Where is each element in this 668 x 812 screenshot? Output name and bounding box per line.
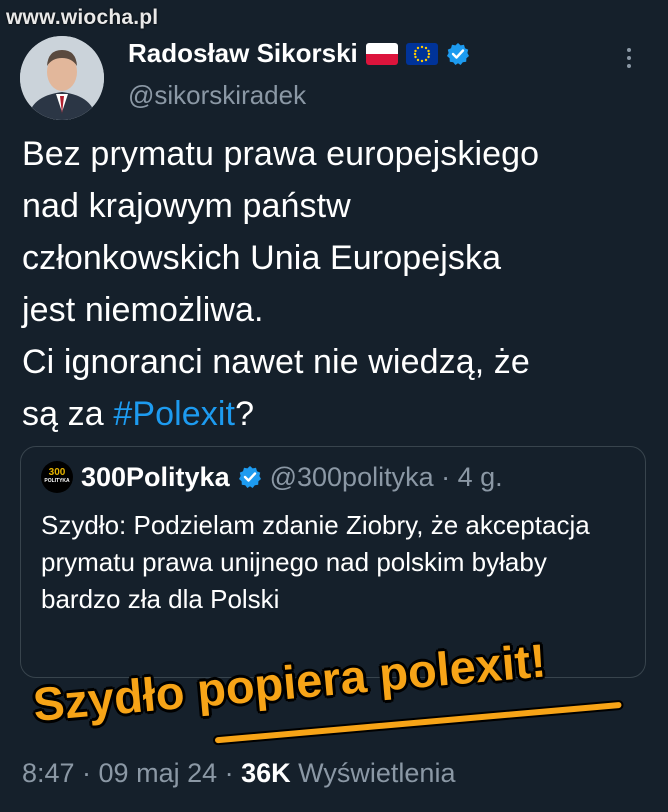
verified-badge-icon [446,42,470,66]
author-handle[interactable]: @sikorskiradek [128,80,306,111]
tweet-line: Ci ignoranci nawet nie wiedzą, że [22,343,530,381]
tweet-text: Bez prymatu prawa europejskiego nad kraj… [22,128,652,440]
quoted-text: Szydło: Podzielam zdanie Ziobry, że akce… [41,510,590,614]
avatar[interactable] [20,36,104,120]
more-options-icon[interactable] [622,44,636,70]
tweet-timestamp[interactable]: 8:47 · 09 maj 24 · [22,758,241,788]
tweet-footer: 8:47 · 09 maj 24 · 36K Wyświetlenia [22,758,455,789]
quoted-logo-word: POLITYKA [44,478,70,484]
tweet-text-suffix: ? [235,395,255,433]
tweet-line: jest niemożliwa. [22,291,264,329]
quoted-avatar[interactable]: 300 POLITYKA [41,461,73,493]
tweet-text-prefix: są za [22,395,114,433]
quoted-handle-time[interactable]: @300polityka · 4 g. [270,462,503,493]
poland-flag-icon [365,42,398,65]
views-label: Wyświetlenia [290,758,456,788]
quoted-author-name[interactable]: 300Polityka [81,462,230,493]
quoted-verified-badge-icon [238,465,262,489]
tweet-line-last: są za #Polexit? [22,388,652,440]
hashtag-link[interactable]: #Polexit [113,395,235,433]
eu-flag-icon [405,42,438,65]
author-name[interactable]: Radosław Sikorski [128,38,358,69]
tweet-line: nad krajowym państw [22,187,351,225]
views-count: 36K [241,758,291,788]
watermark: www.wiocha.pl [6,6,159,29]
avatar-portrait-icon [20,36,104,120]
quoted-logo-number: 300 [48,467,66,478]
tweet-line: Bez prymatu prawa europejskiego [22,135,540,173]
tweet-line: członkowskich Unia Europejska [22,239,502,277]
